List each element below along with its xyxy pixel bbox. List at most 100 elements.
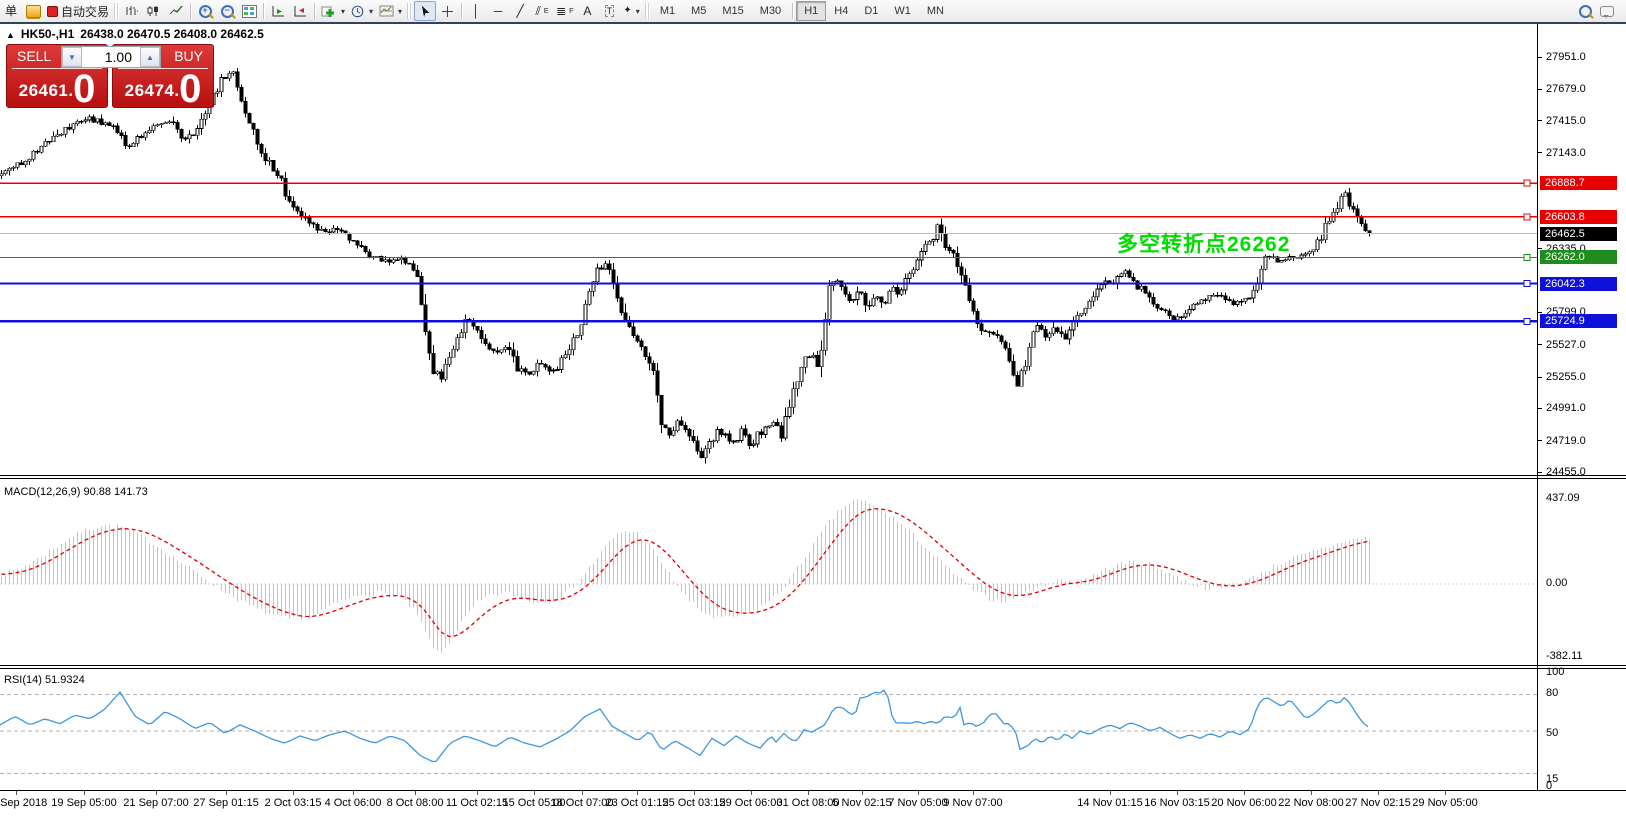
chat-button[interactable] [1596,1,1618,21]
sell-price: 26461.0 [7,74,107,104]
time-tick-label: 27 Nov 02:15 [1345,797,1410,809]
time-tick-mark [808,791,809,795]
hline-handle[interactable] [1524,281,1530,287]
price-tick-label: 24991.0 [1546,402,1586,415]
line-chart-button[interactable] [165,1,187,21]
volume-stepper: ▼ 1.00 ▲ [61,46,161,68]
time-tick-label: 5 Nov 02:15 [832,797,891,809]
toolbar-grip [114,3,119,19]
timeframe-toolbar: M1M5M15M30 H1H4D1W1MN [652,1,952,21]
search-icon [1579,5,1592,18]
time-tick-label: 9 Nov 07:00 [943,797,1002,809]
auto-scroll-button[interactable] [267,1,289,21]
channel-sub-label: E [544,8,549,15]
time-tick-mark [1445,791,1446,795]
time-tick-label: 18 Oct 07:00 [551,797,614,809]
price-tick-mark [1538,344,1542,345]
timeframe-button-h4[interactable]: H4 [826,1,856,21]
time-tick-label: 20 Nov 06:00 [1211,797,1276,809]
trendline-tool-button[interactable]: ╱ [509,1,531,21]
timeframe-button-mn[interactable]: MN [919,1,952,21]
chat-icon [1600,6,1614,17]
time-tick-mark [1378,791,1379,795]
price-tick-mark [1538,377,1542,378]
time-tick-label: 29 Nov 05:00 [1412,797,1477,809]
hline-handle[interactable] [1524,318,1530,324]
time-tick-mark [477,791,478,795]
hline-handle[interactable] [1524,254,1530,260]
candlesticks [0,68,1371,464]
horizontal-levels[interactable] [0,180,1537,324]
hline-handle[interactable] [1524,180,1530,186]
time-tick-mark [751,791,752,795]
time-tick-mark [226,791,227,795]
channel-tool-button[interactable]: ⫽E [531,1,553,21]
buy-label: BUY [174,48,203,66]
templates-caret-icon: ▾ [398,7,402,16]
bar-chart-button[interactable] [121,1,143,21]
time-tick-label: 4 Oct 06:00 [325,797,382,809]
time-tick-label: 2 Oct 03:15 [265,797,322,809]
price-tick-label: 27415.0 [1546,115,1586,128]
timeframe-button-d1[interactable]: D1 [856,1,886,21]
main-toolbar: 单 自动交易 + − ▾ ▾ ▾ │ ─ ╱ ⫽E ≣F A T ✦▾ M1M5… [0,0,1626,22]
price-tick-mark [1538,57,1542,58]
arrows-tool-button[interactable]: ✦▾ [620,1,642,21]
hline-handle[interactable] [1524,214,1530,220]
tile-windows-button[interactable] [238,1,260,21]
macd-axis-label: -382.11 [1546,650,1583,663]
time-tick-label: 11 Oct 02:15 [446,797,508,809]
autotrading-button[interactable]: 自动交易 [44,1,112,21]
time-tick-mark [862,791,863,795]
volume-up-button[interactable]: ▲ [140,47,160,67]
price-tick-label: 27951.0 [1546,51,1586,64]
timeframe-button-m1[interactable]: M1 [652,1,683,21]
label-tool-button[interactable]: T [598,1,620,21]
search-button[interactable] [1574,1,1596,21]
zoom-out-button[interactable]: − [216,1,238,21]
indicators-button[interactable]: ▾ [318,1,348,21]
candlestick-chart-button[interactable] [143,1,165,21]
vertical-line-tool-button[interactable]: │ [465,1,487,21]
volume-down-button[interactable]: ▼ [62,47,82,67]
new-order-button[interactable] [22,1,44,21]
periods-button[interactable]: ▾ [348,1,376,21]
time-tick-mark [84,791,85,795]
time-tick-mark [534,791,535,795]
bar-chart-icon [125,5,139,17]
time-axis[interactable]: 17 Sep 201819 Sep 05:0021 Sep 07:0027 Se… [0,790,1626,821]
time-tick-label: 17 Sep 2018 [0,797,47,809]
chart-shift-icon [293,5,307,17]
crosshair-tool-button[interactable] [436,1,458,21]
rsi-axis-label: 100 [1546,666,1564,679]
price-tick-label: 25527.0 [1546,339,1586,352]
timeframe-button-m5[interactable]: M5 [683,1,714,21]
price-tick-label: 24719.0 [1546,435,1586,448]
cursor-tool-button[interactable] [414,1,436,21]
zoom-in-button[interactable]: + [194,1,216,21]
macd-signal-line [2,509,1370,637]
fibonacci-tool-button[interactable]: ≣F [553,1,576,21]
time-tick-mark [415,791,416,795]
timeframe-button-m15[interactable]: M15 [714,1,751,21]
chart-shift-button[interactable] [289,1,311,21]
templates-icon [379,5,394,17]
volume-input[interactable]: 1.00 [82,47,140,67]
price-tick-mark [1538,120,1542,121]
timeframe-button-h1[interactable]: H1 [796,1,826,21]
text-tool-button[interactable]: A [576,1,598,21]
time-tick-mark [973,791,974,795]
templates-button[interactable]: ▾ [376,1,405,21]
trendline-icon: ╱ [516,5,523,17]
autotrading-label: 自动交易 [61,3,109,20]
macd-pane [0,479,1537,665]
timeframe-button-w1[interactable]: W1 [886,1,919,21]
chart-annotation[interactable]: 多空转折点26262 [1117,228,1290,258]
timeframe-button-m30[interactable]: M30 [752,1,789,21]
price-axis[interactable]: 27951.027679.027415.027143.026335.025799… [1537,24,1626,790]
buy-price-int: 26474 [125,81,175,100]
current-price-tag: 26462.5 [1540,227,1617,241]
order-button[interactable]: 单 [0,1,22,21]
sell-label: SELL [17,48,51,66]
horizontal-line-tool-button[interactable]: ─ [487,1,509,21]
